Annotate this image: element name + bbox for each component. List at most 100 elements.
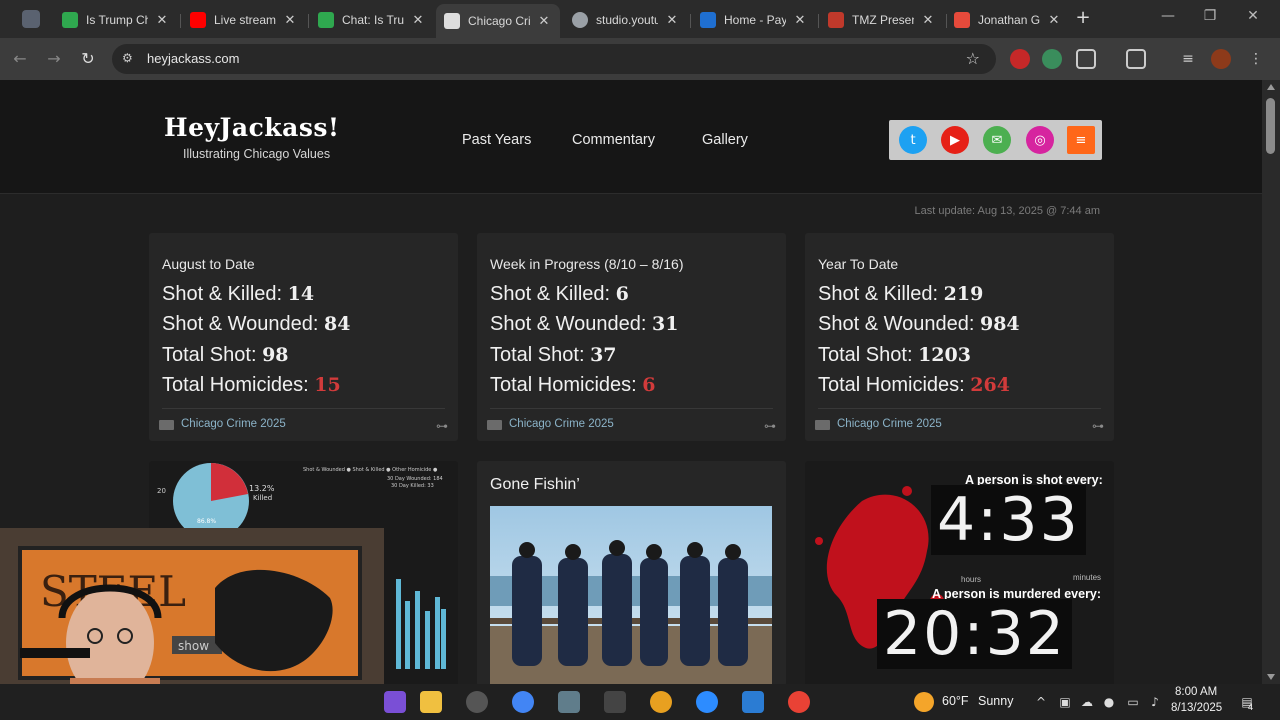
minimize-icon[interactable]: — bbox=[1158, 8, 1178, 24]
stat-label: Total Homicides: bbox=[490, 374, 637, 396]
stat-value: 84 bbox=[323, 313, 351, 335]
new-tab-icon[interactable]: + bbox=[1074, 9, 1092, 27]
email-icon[interactable]: ✉ bbox=[983, 126, 1011, 154]
category-link[interactable]: Chicago Crime 2025 bbox=[181, 418, 286, 430]
tray-chevron-icon[interactable]: ^ bbox=[1034, 695, 1048, 709]
extensions-puzzle-icon[interactable] bbox=[1076, 49, 1096, 69]
page-scrollbar[interactable] bbox=[1262, 80, 1280, 684]
media-control-icon[interactable]: ≡ bbox=[1178, 49, 1198, 69]
forward-icon[interactable]: → bbox=[44, 49, 64, 69]
rumble-icon bbox=[318, 12, 334, 28]
close-icon[interactable]: ✕ bbox=[664, 13, 680, 28]
divider bbox=[162, 408, 445, 409]
weather-text[interactable]: Sunny bbox=[978, 694, 1013, 708]
last-update-text: Last update: Aug 13, 2025 @ 7:44 am bbox=[914, 205, 1100, 217]
youtube-icon bbox=[190, 12, 206, 28]
tab-2[interactable]: Live streami ✕ bbox=[182, 6, 306, 34]
tab-6[interactable]: Home - Pay ✕ bbox=[692, 6, 816, 34]
nav-commentary[interactable]: Commentary bbox=[572, 132, 655, 148]
weather-sun-icon[interactable] bbox=[914, 692, 934, 712]
instagram-icon[interactable]: ◎ bbox=[1026, 126, 1054, 154]
microphone-icon[interactable]: ● bbox=[1102, 695, 1116, 709]
tab-title: Jonathan Gi bbox=[978, 13, 1040, 27]
permalink-icon[interactable]: ⊶ bbox=[436, 419, 448, 433]
app-icon[interactable] bbox=[558, 691, 580, 713]
gone-fishin-card[interactable]: Gone Fishin’ bbox=[477, 461, 786, 684]
zoom-icon[interactable] bbox=[696, 691, 718, 713]
clock-time[interactable]: 8:00 AM bbox=[1175, 686, 1217, 698]
app-icon[interactable] bbox=[384, 691, 406, 713]
volume-icon[interactable]: ♪ bbox=[1148, 695, 1162, 709]
category-link[interactable]: Chicago Crime 2025 bbox=[837, 418, 942, 430]
document-icon[interactable] bbox=[742, 691, 764, 713]
close-window-icon[interactable]: ✕ bbox=[1243, 8, 1263, 24]
close-icon[interactable]: ✕ bbox=[154, 13, 170, 28]
site-info-icon[interactable]: ⚙ bbox=[122, 51, 138, 67]
reload-icon[interactable]: ↻ bbox=[78, 49, 98, 69]
network-icon[interactable]: ▭ bbox=[1126, 695, 1140, 709]
substack-icon[interactable]: ≡ bbox=[1067, 126, 1095, 154]
chart-bar bbox=[435, 597, 440, 669]
extension-icon[interactable] bbox=[1042, 49, 1062, 69]
nav-gallery[interactable]: Gallery bbox=[702, 132, 748, 148]
site-logo[interactable]: HeyJackass! bbox=[164, 113, 339, 142]
chrome-icon[interactable] bbox=[512, 691, 534, 713]
sidepanel-icon[interactable] bbox=[1126, 49, 1146, 69]
scroll-thumb[interactable] bbox=[1266, 98, 1275, 154]
scroll-down-icon[interactable] bbox=[1267, 674, 1275, 680]
menu-kebab-icon[interactable]: ⋮ bbox=[1246, 49, 1266, 69]
video-editor-icon[interactable] bbox=[604, 691, 626, 713]
chart-bar bbox=[405, 601, 410, 669]
category-link[interactable]: Chicago Crime 2025 bbox=[509, 418, 614, 430]
stat-shot-killed: Shot & Killed: 14 bbox=[162, 283, 314, 306]
close-icon[interactable]: ✕ bbox=[282, 13, 298, 28]
file-explorer-icon[interactable] bbox=[420, 691, 442, 713]
chart-legend: Shot & Wounded ● Shot & Killed ● Other H… bbox=[303, 467, 438, 473]
permalink-icon[interactable]: ⊶ bbox=[764, 419, 776, 433]
permalink-icon[interactable]: ⊶ bbox=[1092, 419, 1104, 433]
windows-taskbar: 60°F Sunny ^ ▣ ☁ ● ▭ ♪ 8:00 AM 8/13/2025… bbox=[0, 684, 1280, 720]
tab-7[interactable]: TMZ Presen ✕ bbox=[820, 6, 944, 34]
clock-date[interactable]: 8/13/2025 bbox=[1171, 702, 1222, 714]
close-icon[interactable]: ✕ bbox=[1046, 13, 1062, 28]
tab-title: Live streami bbox=[214, 13, 276, 27]
close-icon[interactable]: ✕ bbox=[536, 14, 552, 29]
stat-total-homicides: Total Homicides: 15 bbox=[162, 374, 341, 397]
stat-label: Shot & Killed: bbox=[162, 283, 283, 305]
stat-label: Shot & Wounded: bbox=[818, 313, 975, 335]
stat-shot-killed: Shot & Killed: 219 bbox=[818, 283, 983, 306]
police-fishing-photo[interactable] bbox=[490, 506, 772, 684]
tab-8[interactable]: Jonathan Gi ✕ bbox=[946, 6, 1070, 34]
nav-past-years[interactable]: Past Years bbox=[462, 132, 531, 148]
tray-app-icon[interactable]: ▣ bbox=[1058, 695, 1072, 709]
chrome-profile-icon[interactable] bbox=[788, 691, 810, 713]
address-bar[interactable]: ⚙ heyjackass.com ☆ bbox=[112, 44, 996, 74]
app-icon[interactable] bbox=[650, 691, 672, 713]
tab-3[interactable]: Chat: Is Trun ✕ bbox=[310, 6, 434, 34]
onedrive-icon[interactable]: ☁ bbox=[1080, 695, 1094, 709]
back-icon[interactable]: ← bbox=[10, 49, 30, 69]
tab-search-icon[interactable] bbox=[22, 10, 40, 28]
weather-temp[interactable]: 60°F bbox=[942, 694, 969, 708]
extension-badge-icon[interactable] bbox=[1010, 49, 1030, 69]
post-title[interactable]: Gone Fishin’ bbox=[490, 476, 580, 494]
tab-1[interactable]: Is Trump Ch ✕ bbox=[54, 6, 178, 34]
folder-icon bbox=[815, 420, 830, 430]
url-text[interactable]: heyjackass.com bbox=[147, 51, 239, 66]
close-icon[interactable]: ✕ bbox=[920, 13, 936, 28]
close-icon[interactable]: ✕ bbox=[410, 13, 426, 28]
tab-5[interactable]: studio.youtu ✕ bbox=[564, 6, 688, 34]
obs-icon[interactable] bbox=[466, 691, 488, 713]
youtube-icon[interactable]: ▶ bbox=[941, 126, 969, 154]
bookmark-star-icon[interactable]: ☆ bbox=[966, 49, 980, 68]
clock-card[interactable]: A person is shot every: 4:33 hours minut… bbox=[805, 461, 1114, 684]
close-icon[interactable]: ✕ bbox=[792, 13, 808, 28]
profile-avatar-icon[interactable] bbox=[1211, 49, 1231, 69]
restore-icon[interactable]: ❐ bbox=[1200, 8, 1220, 24]
scroll-up-icon[interactable] bbox=[1267, 84, 1275, 90]
tab-4-active[interactable]: Chicago Crir ✕ bbox=[436, 4, 560, 38]
stat-total-homicides: Total Homicides: 264 bbox=[818, 374, 1010, 397]
twitter-icon[interactable]: t bbox=[899, 126, 927, 154]
stat-label: Shot & Wounded: bbox=[162, 313, 319, 335]
tab-separator bbox=[690, 14, 691, 28]
